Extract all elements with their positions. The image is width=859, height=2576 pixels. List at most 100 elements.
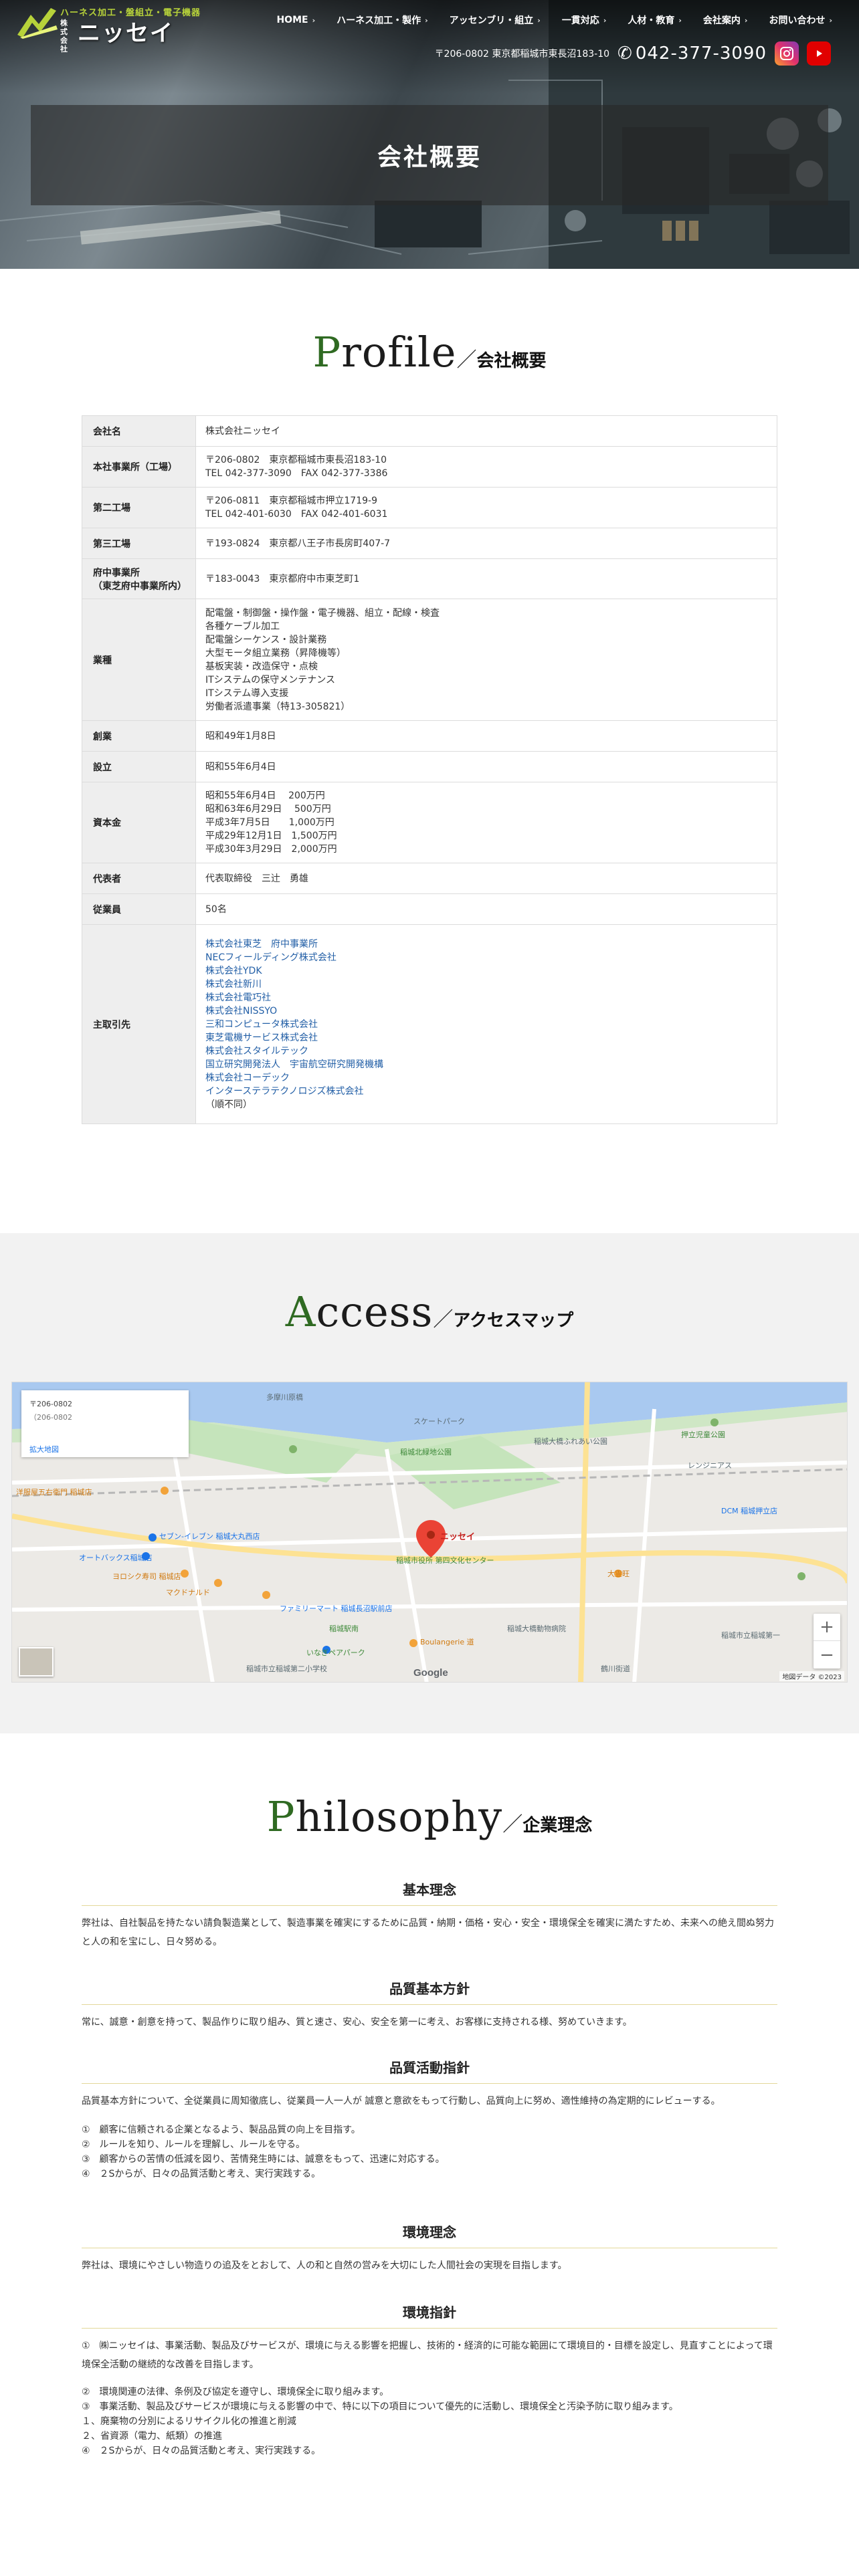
map-place: スケートパーク: [413, 1417, 465, 1426]
header-address: 〒206-0802 東京都稲城市東長沼183-10: [434, 49, 610, 60]
nav-integrated[interactable]: 一貫対応 ›: [551, 13, 617, 27]
client-link[interactable]: 三和コンピュータ株式会社: [205, 1018, 767, 1031]
client-link[interactable]: 株式会社東芝 府中事業所: [205, 938, 767, 951]
profile-row-label: 会社名: [82, 415, 196, 447]
profile-heading: Profile／会社概要: [0, 328, 859, 377]
map-enlarge-link[interactable]: 拡大地図: [29, 1444, 59, 1455]
header-tel-link[interactable]: ✆ 042-377-3090: [617, 43, 767, 64]
profile-row: 主取引先 株式会社東芝 府中事業所 NECフィールディング株式会社 株式会社YDK 株式…: [82, 924, 777, 1124]
profile-row-value: 〒206-0802 東京都稲城市東長沼183-10 TEL 042-377-309…: [195, 446, 777, 488]
philosophy-heading-en: Philosophy: [267, 1792, 502, 1841]
profile-row: 府中事業所 （東芝府中事業所内） 〒183-0043 東京都府中市東芝町1: [82, 558, 777, 599]
profile-row-value: 配電盤・制御盤・操作盤・電子機器、組立・配線・検査 各種ケーブル加工 配電盤シーケン…: [195, 599, 777, 721]
nav-home[interactable]: HOME ›: [266, 13, 326, 27]
nav-training[interactable]: 人材・教育 ›: [617, 13, 692, 27]
nav-harness[interactable]: ハーネス加工・製作 ›: [326, 13, 439, 27]
profile-value-line: 平成30年3月29日 2,000万円: [205, 844, 337, 855]
map-place: 稲城北緑地公園: [400, 1448, 452, 1457]
map-place: 大霊旺: [607, 1570, 630, 1578]
heading-initial: A: [285, 1287, 316, 1336]
profile-row: 従業員 50名: [82, 893, 777, 925]
client-link[interactable]: 株式会社新川: [205, 978, 767, 991]
philosophy-heading: Philosophy／企業理念: [0, 1792, 859, 1841]
philosophy-quality-guidelines: 品質活動指針 品質基本方針について、全従業員に周知徹底し、従業員一人一人が 誠意…: [82, 2057, 777, 2181]
philosophy-list: ① 顧客に信頼される企業となるよう、製品品質の向上を目指す。 ② ルールを知り、…: [82, 2123, 777, 2181]
profile-row: 資本金 昭和55年6月4日 200万円 昭和63年6月29日 500万円 平成3年7月…: [82, 782, 777, 863]
client-link[interactable]: 株式会社YDK: [205, 964, 767, 978]
profile-row-label: 代表者: [82, 863, 196, 894]
nav-label: お問い合わせ: [769, 15, 826, 26]
access-heading-en: Access: [286, 1287, 434, 1336]
company-logo[interactable]: ハーネス加工・盤組立・電子機器 株式会社 ニッセイ: [16, 3, 200, 53]
chevron-right-icon: ›: [744, 15, 748, 25]
profile-value-line: 昭和49年1月8日: [205, 730, 276, 742]
profile-label-line: 代表者: [93, 873, 121, 885]
philosophy-list-item: ① 顧客に信頼される企業となるよう、製品品質の向上を目指す。: [82, 2125, 361, 2135]
chevron-right-icon: ›: [312, 15, 316, 25]
heading-rest: ccess: [316, 1287, 434, 1336]
client-link[interactable]: 国立研究開発法人 宇宙航空研究開発機構: [205, 1058, 767, 1071]
youtube-icon[interactable]: [807, 41, 831, 66]
profile-row: 会社名 株式会社ニッセイ: [82, 415, 777, 447]
access-heading-jp: アクセスマップ: [453, 1311, 574, 1331]
map-place: 稲城駅南: [329, 1624, 359, 1633]
client-link[interactable]: NECフィールディング株式会社: [205, 951, 767, 964]
profile-value-line: ITシステム導入支援: [205, 687, 289, 699]
nav-company[interactable]: 会社案内 ›: [692, 13, 759, 27]
profile-row-label: 業種: [82, 599, 196, 721]
client-link[interactable]: 株式会社電巧社: [205, 991, 767, 1004]
profile-value-line: 昭和63年6月29日 500万円: [205, 804, 331, 815]
profile-value-line: 昭和55年6月4日: [205, 761, 276, 772]
philosophy-heading-jp: 企業理念: [522, 1816, 593, 1836]
google-map[interactable]: ニッセイ 多摩川原橋 スケートパーク 稲城北緑地公園 稲城大橋ふれあい公園 押立…: [11, 1382, 848, 1683]
map-info-card: 〒206-0802 （206-0802 拡大地図: [21, 1390, 189, 1457]
profile-label-line: 設立: [93, 762, 112, 773]
profile-row: 代表者 代表取締役 三辻 勇雄: [82, 863, 777, 894]
nav-label: 会社案内: [702, 15, 741, 26]
main-nav: HOME › ハーネス加工・製作 › アッセンブリ・組立 › 一貫対応 › 人材・教育 ›…: [266, 13, 843, 27]
profile-row-label: 創業: [82, 720, 196, 752]
profile-row-label: 本社事業所（工場）: [82, 446, 196, 488]
philosophy-list-item: ④ ２Sからが、日々の品質活動と考え、実行実践する。: [82, 2169, 321, 2179]
profile-row: 設立 昭和55年6月4日: [82, 751, 777, 782]
map-place: 稲城市立稲城第一: [721, 1631, 780, 1640]
nav-label: ハーネス加工・製作: [337, 15, 421, 26]
header-tel: 042-377-3090: [635, 43, 767, 64]
client-link[interactable]: 株式会社NISSYO: [205, 1004, 767, 1018]
chevron-right-icon: ›: [425, 15, 428, 25]
nav-label: 人材・教育: [628, 15, 675, 26]
map-layer-toggle[interactable]: [19, 1647, 54, 1677]
philosophy-list-item: １、廃棄物の分別によるリサイクル化の推進と削減: [82, 2416, 296, 2427]
client-link[interactable]: 東芝電機サービス株式会社: [205, 1031, 767, 1045]
philosophy-list-item: ② ルールを知り、ルールを理解し、ルールを守る。: [82, 2139, 305, 2150]
zoom-out-button[interactable]: −: [814, 1641, 840, 1669]
profile-row-label: 第三工場: [82, 528, 196, 559]
profile-label-line: （東芝府中事業所内）: [93, 580, 187, 592]
client-link[interactable]: インターステラテクノロジズ株式会社: [205, 1085, 767, 1098]
nav-contact[interactable]: お問い合わせ ›: [758, 13, 843, 27]
profile-value-line: 労働者派遣事業（特13-305821）: [205, 701, 351, 712]
profile-label-line: 第三工場: [93, 538, 130, 550]
map-place: DCM 稲城押立店: [721, 1507, 778, 1515]
profile-value-line: 〒206-0811 東京都稲城市押立1719-9: [205, 496, 377, 506]
profile-value-line: 代表取締役 三辻 勇雄: [205, 873, 308, 884]
profile-row-value: 昭和55年6月4日: [195, 751, 777, 782]
profile-row: 第二工場 〒206-0811 東京都稲城市押立1719-9 TEL 042-401-…: [82, 487, 777, 528]
profile-label-line: 業種: [93, 655, 112, 666]
profile-row-value: 株式会社ニッセイ: [195, 415, 777, 447]
client-link[interactable]: 株式会社コーデック: [205, 1071, 767, 1085]
instagram-icon[interactable]: [775, 41, 799, 66]
nav-assembly[interactable]: アッセンブリ・組立 ›: [439, 13, 551, 27]
heading-rest: hilosophy: [295, 1792, 503, 1841]
profile-value-line: 大型モータ組立業務（昇降機等）: [205, 647, 346, 659]
profile-row-value: 〒193-0824 東京都八王子市長房町407-7: [195, 528, 777, 559]
zoom-in-button[interactable]: +: [814, 1614, 840, 1641]
chevron-right-icon: ›: [678, 15, 682, 25]
profile-row-label: 設立: [82, 751, 196, 782]
client-link[interactable]: 株式会社スタイルテック: [205, 1045, 767, 1058]
philosophy-list-item: ② 環境関連の法律、条例及び協定を遵守し、環境保全に取り組みます。: [82, 2387, 389, 2397]
philosophy-list-item: ③ 顧客からの苦情の低減を図り、苦情発生時には、誠意をもって、迅速に対応する。: [82, 2154, 445, 2165]
access-heading: Access／アクセスマップ: [0, 1287, 859, 1336]
profile-row-label: 従業員: [82, 893, 196, 925]
profile-value-line: 配電盤シーケンス・設計業務: [205, 634, 327, 645]
